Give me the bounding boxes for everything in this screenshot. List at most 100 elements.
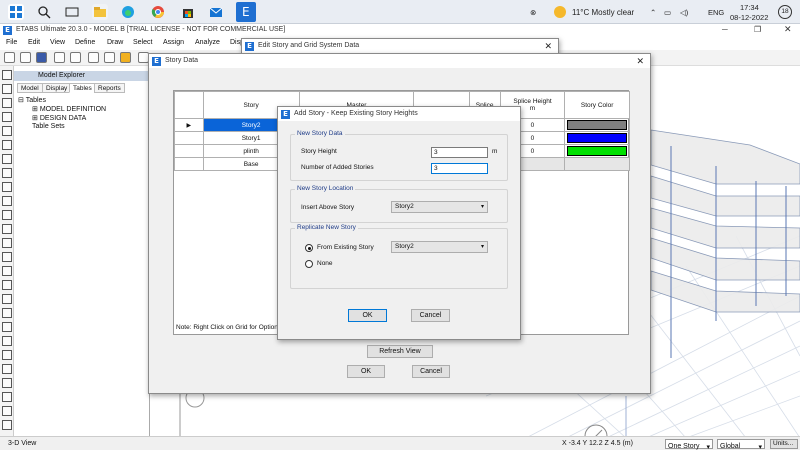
story-scope-select[interactable]: One Story ▾: [665, 439, 713, 451]
menu-draw[interactable]: Draw: [107, 39, 123, 46]
weather-text[interactable]: 11°C Mostly clear: [572, 8, 634, 17]
ok-button[interactable]: OK: [348, 309, 387, 322]
from-existing-radio[interactable]: [305, 244, 313, 252]
from-existing-label[interactable]: From Existing Story: [317, 244, 374, 251]
draw-point-icon[interactable]: [2, 210, 12, 220]
story-color-cell[interactable]: [564, 118, 630, 132]
draw-support-icon[interactable]: [2, 420, 12, 430]
draw-panel-icon[interactable]: [2, 364, 12, 374]
new-story-data-group: New Story Data Story Height 3 m Number o…: [290, 130, 508, 181]
tab-display[interactable]: Display: [42, 83, 72, 93]
close-icon[interactable]: ✕: [784, 24, 792, 35]
undo-icon[interactable]: [54, 52, 65, 63]
draw-opening-icon[interactable]: [2, 196, 12, 206]
draw-area-icon[interactable]: [2, 182, 12, 192]
edit-story-grid-titlebar: E Edit Story and Grid System Data ✕: [242, 39, 558, 53]
new-model-icon[interactable]: [4, 52, 15, 63]
store-icon[interactable]: [180, 4, 196, 20]
windows-start-icon[interactable]: [8, 4, 24, 20]
save-icon[interactable]: [36, 52, 47, 63]
coord-system-select[interactable]: Global ▾: [717, 439, 765, 451]
menu-assign[interactable]: Assign: [163, 39, 184, 46]
lock-icon[interactable]: [104, 52, 115, 63]
expand-icon[interactable]: ⊞: [32, 106, 38, 113]
etabs-logo-icon: E: [281, 110, 290, 119]
chevron-up-icon[interactable]: ⌃: [650, 8, 656, 17]
close-icon[interactable]: ✕: [636, 56, 644, 67]
collapse-icon[interactable]: ⊟: [18, 97, 24, 104]
menu-select[interactable]: Select: [133, 39, 152, 46]
menu-file[interactable]: File: [6, 39, 17, 46]
draw-wall-icon[interactable]: [2, 168, 12, 178]
clock-date[interactable]: 08-12-2022: [730, 13, 768, 22]
pencil-icon[interactable]: [88, 52, 99, 63]
chrome-icon[interactable]: [150, 4, 166, 20]
edge-browser-icon[interactable]: [120, 4, 136, 20]
col-header-story-color[interactable]: Story Color: [564, 91, 630, 119]
story-height-input[interactable]: 3: [431, 147, 488, 158]
cancel-button[interactable]: Cancel: [411, 309, 450, 322]
etabs-taskbar-icon[interactable]: E: [236, 2, 256, 22]
draw-strip-icon[interactable]: [2, 322, 12, 332]
redo-icon[interactable]: [70, 52, 81, 63]
search-icon[interactable]: [36, 4, 52, 20]
draw-null-icon[interactable]: [2, 336, 12, 346]
notification-badge[interactable]: 18: [778, 5, 792, 19]
volume-icon[interactable]: ◁): [680, 8, 688, 17]
tree-item-table-sets[interactable]: Table Sets: [32, 123, 65, 130]
mail-icon[interactable]: [208, 4, 224, 20]
network-icon[interactable]: ▭: [664, 8, 671, 17]
file-explorer-icon[interactable]: [92, 4, 108, 20]
draw-dimension-icon[interactable]: [2, 252, 12, 262]
language-indicator[interactable]: ENG: [708, 8, 724, 17]
added-stories-input[interactable]: 3: [431, 163, 488, 174]
pointer-icon[interactable]: [2, 70, 12, 80]
menu-analyze[interactable]: Analyze: [195, 39, 220, 46]
draw-section-cut-icon[interactable]: [2, 280, 12, 290]
draw-slab-icon[interactable]: [2, 154, 12, 164]
tab-model[interactable]: Model: [17, 83, 43, 93]
story-height-unit: m: [492, 148, 498, 155]
cancel-button[interactable]: Cancel: [412, 365, 450, 378]
draw-brace-icon[interactable]: [2, 112, 12, 122]
minimize-icon[interactable]: ─: [722, 25, 728, 34]
draw-ramp-icon[interactable]: [2, 392, 12, 402]
tab-reports[interactable]: Reports: [94, 83, 125, 93]
restore-icon[interactable]: ❐: [754, 25, 761, 34]
units-button[interactable]: Units...: [770, 439, 798, 449]
draw-frame-icon[interactable]: [2, 98, 12, 108]
ok-button[interactable]: OK: [347, 365, 385, 378]
close-icon[interactable]: ✕: [544, 41, 552, 52]
menu-define[interactable]: Define: [75, 39, 95, 46]
insert-above-select[interactable]: Story2 ▾: [391, 201, 488, 213]
draw-developed-icon[interactable]: [2, 350, 12, 360]
run-analysis-icon[interactable]: [120, 52, 131, 63]
story-color-cell[interactable]: [564, 144, 630, 158]
from-existing-select[interactable]: Story2 ▾: [391, 241, 488, 253]
expand-icon[interactable]: ⊞: [32, 115, 38, 122]
tree-item-tables[interactable]: ⊟ Tables: [18, 96, 46, 104]
task-view-icon[interactable]: [64, 4, 80, 20]
draw-deck-icon[interactable]: [2, 378, 12, 388]
tree-item-design-data[interactable]: ⊞ DESIGN DATA: [32, 114, 86, 122]
none-radio[interactable]: [305, 260, 313, 268]
refresh-view-button[interactable]: Refresh View: [367, 345, 433, 358]
open-icon[interactable]: [20, 52, 31, 63]
draw-link-icon[interactable]: [2, 224, 12, 234]
menu-view[interactable]: View: [50, 39, 65, 46]
tray-icons[interactable]: ⊗: [530, 8, 536, 17]
draw-grid-icon[interactable]: [2, 238, 12, 248]
tree-item-model-definition[interactable]: ⊞ MODEL DEFINITION: [32, 105, 106, 113]
draw-spring-icon[interactable]: [2, 406, 12, 416]
draw-tendon-icon[interactable]: [2, 294, 12, 304]
none-label[interactable]: None: [317, 260, 333, 267]
menu-edit[interactable]: Edit: [28, 39, 40, 46]
reshape-icon[interactable]: [2, 84, 12, 94]
story-color-cell[interactable]: [564, 131, 630, 145]
draw-rebar-icon[interactable]: [2, 266, 12, 276]
tab-tables[interactable]: Tables: [69, 83, 96, 93]
draw-column-icon[interactable]: [2, 126, 12, 136]
draw-beam-icon[interactable]: [2, 140, 12, 150]
draw-wall-stack-icon[interactable]: [2, 308, 12, 318]
clock-time[interactable]: 17:34: [740, 3, 759, 12]
